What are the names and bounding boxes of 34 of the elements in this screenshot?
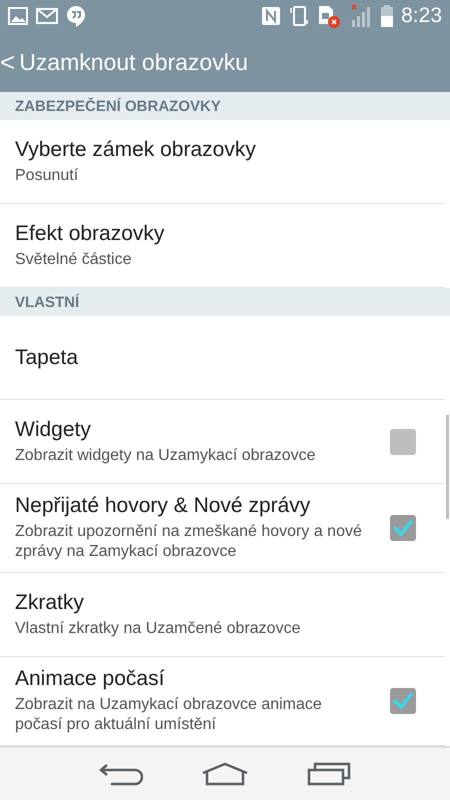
mail-icon <box>36 8 58 24</box>
checkbox[interactable] <box>390 428 416 454</box>
battery-icon <box>381 5 394 27</box>
item-title: Zkratky <box>15 590 85 614</box>
settings-item[interactable]: Nepřijaté hovory & Nové zprávy Zobrazit upozornění na zmeškané hovory a nové zprávy na Zamykací obrazovce <box>0 484 445 573</box>
nfc-icon <box>261 6 282 26</box>
checkbox[interactable] <box>390 688 416 714</box>
settings-item[interactable]: Zkratky Vlastní zkratky na Uzamčené obrazovce <box>0 573 445 657</box>
item-title: Efekt obrazovky <box>15 222 166 246</box>
item-subtitle: Zobrazit upozornění na zmeškané hovory a nové zprávy na Zamykací obrazovce <box>15 522 363 562</box>
vibrate-icon <box>289 5 310 27</box>
section-header: VLASTNÍ <box>0 288 450 316</box>
home-icon[interactable] <box>201 762 249 786</box>
item-title: Tapeta <box>15 346 80 370</box>
item-subtitle: Vlastní zkratky na Uzamčené obrazovce <box>15 618 302 638</box>
item-title: Animace počasí <box>15 667 166 691</box>
checkbox[interactable] <box>390 515 416 541</box>
gallery-icon <box>8 7 28 25</box>
item-subtitle: Světelné částice <box>15 250 133 270</box>
clock: 8:23 <box>401 4 442 28</box>
section-header: ZABEZPEČENÍ OBRAZOVKY <box>0 92 450 120</box>
item-subtitle: Posunutí <box>15 166 80 186</box>
item-subtitle: Zobrazit na Uzamykací obrazovce animace počasí pro aktuální umístění <box>15 695 323 735</box>
recent-apps-icon[interactable] <box>307 762 351 786</box>
item-title: Vyberte zámek obrazovky <box>15 138 257 162</box>
item-subtitle: Zobrazit widgety na Uzamykací obrazovce <box>15 446 317 466</box>
sim-card-error-icon <box>317 4 342 28</box>
chat-bubble-icon <box>66 5 86 27</box>
settings-item[interactable]: Widgety Zobrazit widgety na Uzamykací obrazovce <box>0 400 445 484</box>
back-icon[interactable] <box>99 762 143 786</box>
item-title: Nepřijaté hovory & Nové zprávy <box>15 494 312 518</box>
item-title: Widgety <box>15 418 92 442</box>
settings-item[interactable]: Vyberte zámek obrazovky Posunutí <box>0 120 445 204</box>
settings-item[interactable]: Tapeta <box>0 316 445 400</box>
